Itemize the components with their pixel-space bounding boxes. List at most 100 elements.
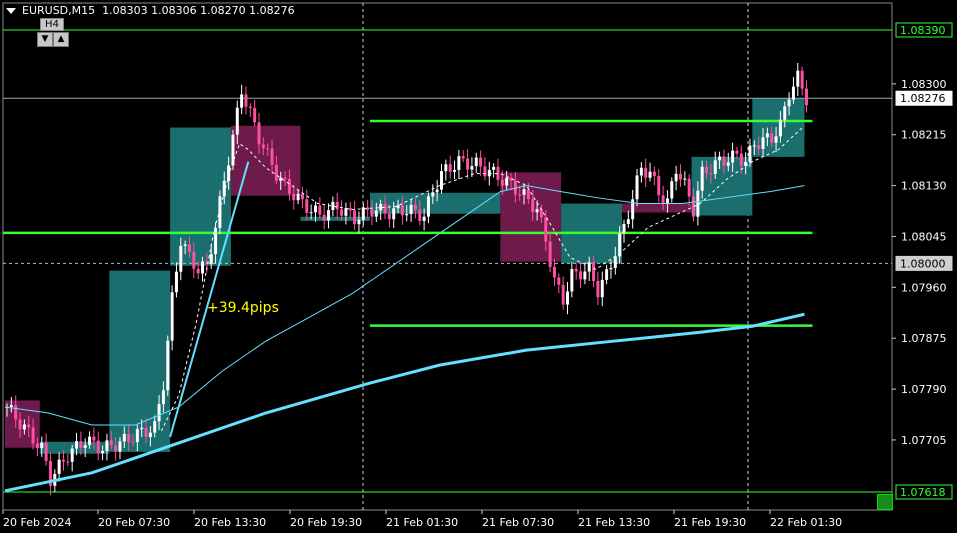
x-tick-label-5: 21 Feb 07:30 [482,516,554,529]
candle-body-14 [66,461,70,463]
candle-body-181 [791,86,795,100]
timeframe-label[interactable]: H4 [40,18,64,31]
candle-body-147 [644,167,648,178]
candle-body-49 [218,196,222,229]
candle-body-98 [431,192,435,197]
candle-body-35 [157,404,161,422]
symbol-timeframe: EURUSD,M15 [22,4,96,17]
candle-body-176 [770,133,774,143]
candle-body-29 [131,441,135,443]
candle-body-59 [261,144,265,149]
candle-body-85 [374,210,378,217]
candle-body-99 [435,189,439,193]
candle-body-103 [453,169,457,172]
candle-body-32 [144,427,148,437]
candle-body-127 [557,277,561,285]
candle-body-111 [487,169,491,177]
price-label-2: 1.08000 [900,257,946,270]
candle-body-71 [313,205,317,213]
candle-body-184 [804,88,808,106]
candle-body-77 [340,209,344,216]
candle-body-119 [522,189,526,195]
candle-body-145 [635,175,639,200]
candle-body-165 [722,156,726,166]
candle-body-70 [309,212,313,214]
candle-body-62 [274,164,278,181]
candle-body-177 [774,136,778,143]
y-tick-label-5: 1.07875 [901,332,947,345]
candle-body-126 [552,266,556,278]
price-chart[interactable]: +39.4pips 1.08300 1.08215 1.08130 1.08045 1.0… [0,0,957,533]
x-tick-label-3: 20 Feb 19:30 [290,516,362,529]
pips-annotation: +39.4pips [207,300,279,316]
candle-body-21 [96,440,100,454]
candle-body-128 [561,284,565,305]
candle-body-72 [318,205,322,215]
candle-body-44 [196,268,200,274]
candle-body-178 [778,119,782,137]
candle-body-67 [296,193,300,201]
candle-body-19 [88,436,92,446]
timeframe-down-icon[interactable]: ▼ [37,32,53,47]
candle-body-146 [639,167,643,176]
candle-body-88 [387,213,391,220]
candle-body-15 [70,448,74,462]
y-tick-label-7: 1.07705 [901,434,947,447]
autoscroll-icon[interactable] [877,494,893,510]
candle-body-173 [757,145,761,149]
candle-body-69 [305,199,309,213]
candle-body-48 [214,228,218,254]
chart-header: EURUSD,M15 1.08303 1.08306 1.08270 1.082… [6,4,295,17]
candle-body-107 [470,166,474,170]
candle-body-3 [18,419,22,430]
candle-body-138 [605,269,609,280]
candle-body-41 [183,244,187,246]
candle-body-78 [344,208,348,216]
candle-body-172 [752,145,756,147]
candle-body-5 [27,424,31,428]
candle-body-25 [114,445,118,452]
candle-body-169 [739,153,743,166]
ohlc-values: 1.08303 1.08306 1.08270 1.08276 [102,4,295,17]
candle-body-168 [735,150,739,154]
candle-body-171 [748,145,752,162]
x-tick-label-6: 21 Feb 13:30 [578,516,650,529]
candle-body-155 [678,173,682,180]
collapse-triangle-icon[interactable] [6,8,16,14]
candle-body-40 [179,245,183,272]
candle-body-121 [531,199,535,213]
candle-body-66 [292,193,296,201]
candle-body-79 [348,208,352,211]
timeframe-up-icon[interactable]: ▲ [53,32,69,47]
candle-body-33 [148,432,152,437]
candle-body-110 [483,166,487,177]
candle-body-167 [731,150,735,163]
candle-body-131 [574,269,578,272]
candle-body-55 [244,94,248,107]
candle-body-47 [209,253,213,264]
x-tick-label-7: 21 Feb 19:30 [674,516,746,529]
candle-body-17 [79,441,83,448]
candle-body-37 [166,340,170,391]
candle-body-160 [700,166,704,191]
candle-body-123 [539,209,543,218]
candle-body-154 [674,173,678,182]
price-label-0: 1.08390 [900,24,946,37]
candle-body-136 [596,281,600,298]
x-tick-label-2: 20 Feb 13:30 [194,516,266,529]
candle-body-151 [661,195,665,204]
y-tick-label-2: 1.08130 [901,180,947,193]
candle-body-133 [583,271,587,280]
candle-body-129 [566,291,570,305]
h4-box-7 [500,172,562,262]
candle-body-24 [109,440,113,446]
candle-body-68 [300,193,304,200]
candle-body-26 [118,441,122,452]
candle-body-166 [726,162,730,166]
candle-body-100 [440,171,443,190]
candle-body-149 [652,171,656,176]
candle-body-45 [201,261,205,274]
candle-body-106 [466,158,470,170]
candle-body-142 [622,224,626,234]
x-tick-label-8: 22 Feb 01:30 [770,516,842,529]
